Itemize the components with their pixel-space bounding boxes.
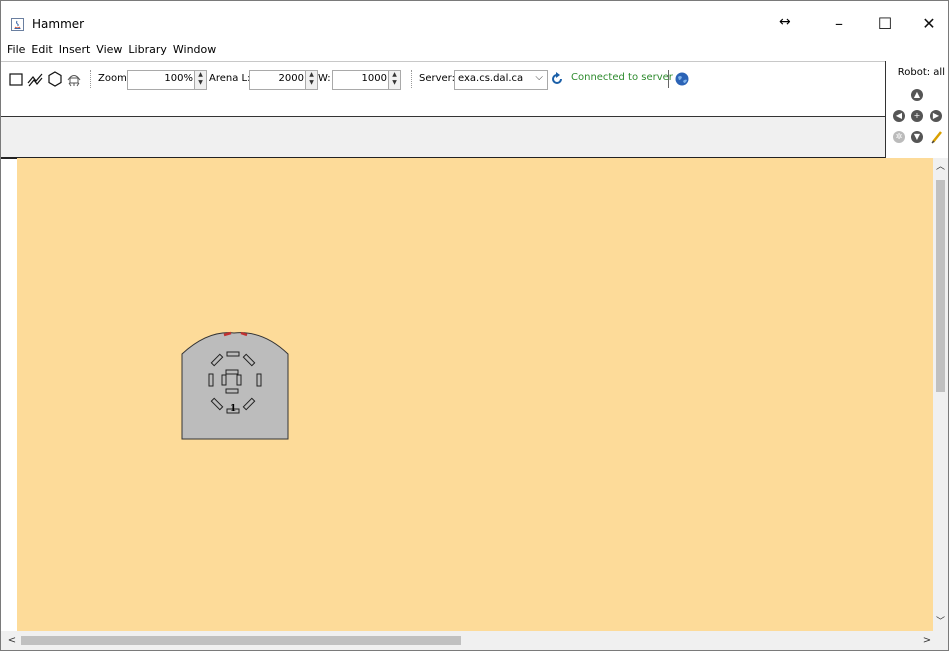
vertical-scrollbar[interactable]: ︿ ﹀ xyxy=(933,158,948,631)
menu-insert[interactable]: Insert xyxy=(56,41,94,59)
resize-arrows-icon: ↔ xyxy=(779,14,791,30)
toolbar-separator xyxy=(90,70,91,88)
scroll-left-icon[interactable]: < xyxy=(5,633,19,648)
vertical-scroll-thumb[interactable] xyxy=(936,180,945,392)
zoom-label: Zoom: xyxy=(98,73,131,84)
w-label: W: xyxy=(318,73,331,84)
horizontal-scrollbar[interactable]: < > xyxy=(1,631,948,650)
center-plus-icon[interactable]: + xyxy=(911,110,923,122)
chevron-down-icon[interactable]: ⌵ xyxy=(535,72,543,83)
window-title: Hammer xyxy=(32,17,85,31)
robot-tool-icon[interactable] xyxy=(65,68,83,90)
horizontal-scroll-thumb[interactable] xyxy=(21,636,461,645)
java-app-icon xyxy=(11,18,24,31)
scroll-down-icon[interactable]: ﹀ xyxy=(933,615,948,629)
robot-number-label: 1 xyxy=(230,404,237,414)
arena-l-label: Arena L: xyxy=(209,73,251,84)
hammer-window: Hammer ↔ – ☐ ✕ File Edit Insert View Lib… xyxy=(0,0,949,651)
spinner-arrows[interactable]: ▲ ▼ xyxy=(194,71,206,89)
robot-control-panel: Robot: all ▲ ◀ + ▶ ✲ ▼ xyxy=(885,61,948,158)
maximize-button[interactable]: ☐ xyxy=(862,9,908,39)
scroll-up-icon[interactable]: ︿ xyxy=(933,160,948,174)
rectangle-tool-icon[interactable] xyxy=(7,68,25,90)
server-combobox[interactable]: exa.cs.dal.ca ⌵ xyxy=(454,70,548,90)
toolbar-separator xyxy=(411,70,412,88)
refresh-icon[interactable] xyxy=(550,68,564,90)
arena-width-value: 1000 xyxy=(361,73,387,84)
robot-selector-label[interactable]: Robot: all xyxy=(898,67,945,78)
arena-length-spinner[interactable]: 2000 ▲ ▼ xyxy=(249,70,318,90)
move-down-icon[interactable]: ▼ xyxy=(911,131,923,143)
polyline-tool-icon[interactable] xyxy=(26,68,44,90)
pencil-icon[interactable] xyxy=(930,130,944,144)
settings-gear-icon[interactable]: ✲ xyxy=(893,131,905,143)
move-right-icon[interactable]: ▶ xyxy=(930,110,942,122)
robot-1[interactable]: 1 xyxy=(181,330,291,440)
spinner-arrows[interactable]: ▲ ▼ xyxy=(305,71,317,89)
spinner-arrows[interactable]: ▲ ▼ xyxy=(388,71,400,89)
server-label: Server: xyxy=(419,73,455,84)
polygon-tool-icon[interactable] xyxy=(46,68,64,90)
menu-bar: File Edit Insert View Library Window xyxy=(1,41,219,59)
zoom-spinner[interactable]: 100% ▲ ▼ xyxy=(127,70,207,90)
robot-body xyxy=(181,331,289,440)
toolbar-separator xyxy=(668,70,669,88)
menu-view[interactable]: View xyxy=(93,41,125,59)
server-value: exa.cs.dal.ca xyxy=(458,73,524,84)
menu-library[interactable]: Library xyxy=(125,41,169,59)
title-bar: Hammer ↔ – ☐ ✕ xyxy=(1,1,948,39)
move-up-icon[interactable]: ▲ xyxy=(911,89,923,101)
move-left-icon[interactable]: ◀ xyxy=(893,110,905,122)
globe-icon[interactable] xyxy=(673,68,691,90)
secondary-toolbar xyxy=(1,116,885,159)
close-button[interactable]: ✕ xyxy=(906,9,948,39)
menu-window[interactable]: Window xyxy=(170,41,219,59)
arena-length-value: 2000 xyxy=(278,73,304,84)
arena-canvas[interactable]: 1 xyxy=(17,158,933,631)
arena-width-spinner[interactable]: 1000 ▲ ▼ xyxy=(332,70,401,90)
connection-status: Connected to server xyxy=(571,72,673,83)
menu-edit[interactable]: Edit xyxy=(28,41,55,59)
zoom-value: 100% xyxy=(164,73,193,84)
menu-file[interactable]: File xyxy=(1,41,28,59)
scroll-right-icon[interactable]: > xyxy=(920,633,934,648)
toolbar: Zoom: 100% ▲ ▼ Arena L: 2000 ▲ ▼ W: 1000 ▲… xyxy=(1,61,885,117)
minimize-button[interactable]: – xyxy=(816,9,862,39)
